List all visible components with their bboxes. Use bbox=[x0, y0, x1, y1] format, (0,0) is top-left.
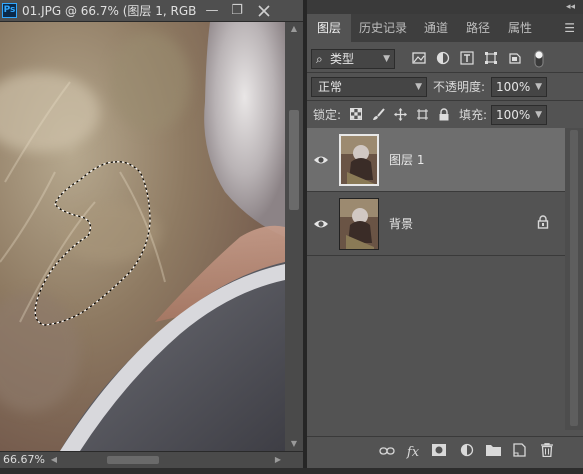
fill-field[interactable]: 100% ▼ bbox=[491, 105, 547, 125]
layer-row-layer-1[interactable]: 图层 1 bbox=[307, 128, 565, 192]
layer-thumbnail[interactable] bbox=[339, 134, 379, 186]
filter-pixel-icon[interactable] bbox=[411, 51, 427, 67]
zoom-level[interactable]: 66.67% bbox=[3, 453, 45, 467]
eye-icon[interactable] bbox=[313, 150, 329, 170]
document-statusbar: 66.67% ◀ ▶ bbox=[0, 451, 303, 468]
panel-tabs: 图层 历史记录 通道 路径 属性 ☰ bbox=[307, 14, 583, 42]
layer-row-background[interactable]: 背景 bbox=[307, 192, 565, 256]
scroll-up-icon[interactable]: ▲ bbox=[285, 22, 303, 36]
chevron-down-icon[interactable]: ▼ bbox=[535, 78, 542, 96]
lock-transparent-icon[interactable] bbox=[349, 108, 363, 122]
filter-smart-object-icon[interactable] bbox=[507, 51, 523, 67]
filter-toggle-icon[interactable] bbox=[533, 50, 545, 68]
link-icon[interactable] bbox=[377, 443, 397, 463]
document-window: Ps 01.JPG @ 66.7% (图层 1, RGB... — ❐ ▲ ▼ … bbox=[0, 0, 303, 468]
chevron-down-icon[interactable]: ▼ bbox=[535, 106, 542, 124]
ps-app-icon: Ps bbox=[2, 3, 17, 18]
trash-icon[interactable] bbox=[537, 443, 557, 463]
horizontal-scrollbar[interactable]: ◀ ▶ bbox=[47, 453, 285, 467]
minimize-icon[interactable]: — bbox=[200, 2, 224, 20]
document-titlebar[interactable]: Ps 01.JPG @ 66.7% (图层 1, RGB... — ❐ bbox=[0, 0, 303, 22]
filter-type-icon[interactable] bbox=[459, 51, 475, 67]
lock-row: 锁定: 填充: 100% ▼ bbox=[307, 104, 583, 126]
filter-shape-icon[interactable] bbox=[483, 51, 499, 67]
filter-row: ⌕ 类型 ▼ bbox=[307, 48, 583, 70]
panel-top-strip: ◂◂ bbox=[307, 0, 583, 14]
tab-properties[interactable]: 属性 bbox=[499, 14, 541, 42]
lock-pixels-brush-icon[interactable] bbox=[371, 108, 385, 122]
filter-kind-dropdown[interactable]: ⌕ 类型 ▼ bbox=[311, 49, 395, 69]
adjustment-icon[interactable] bbox=[457, 443, 477, 463]
folder-icon[interactable] bbox=[483, 443, 503, 463]
lock-position-move-icon[interactable] bbox=[393, 108, 407, 122]
scroll-right-icon[interactable]: ▶ bbox=[271, 453, 285, 467]
filter-kind-label: 类型 bbox=[330, 52, 355, 66]
tab-layers[interactable]: 图层 bbox=[307, 14, 351, 42]
layer-name[interactable]: 背景 bbox=[389, 214, 413, 234]
tab-channels[interactable]: 通道 bbox=[415, 14, 457, 42]
opacity-label: 不透明度: bbox=[433, 80, 486, 94]
fill-value: 100% bbox=[496, 108, 531, 122]
close-icon[interactable] bbox=[252, 2, 276, 20]
layers-bottom-bar: fx bbox=[307, 436, 583, 468]
chevron-down-icon: ▼ bbox=[383, 54, 390, 64]
search-icon: ⌕ bbox=[316, 52, 323, 66]
blend-mode-dropdown[interactable]: 正常 ▼ bbox=[311, 77, 427, 97]
lock-artboard-icon[interactable] bbox=[415, 108, 429, 122]
opacity-value: 100% bbox=[496, 80, 531, 94]
lock-label: 锁定: bbox=[313, 108, 342, 122]
divider-line bbox=[307, 100, 583, 101]
fx-icon[interactable]: fx bbox=[403, 443, 423, 463]
horizontal-scroll-thumb[interactable] bbox=[107, 456, 159, 464]
vertical-scrollbar[interactable]: ▲ ▼ bbox=[285, 22, 303, 451]
mask-icon[interactable] bbox=[429, 443, 449, 463]
layers-panel: ◂◂ 图层 历史记录 通道 路径 属性 ☰ ⌕ 类型 ▼ 正常 ▼ 不透明度: … bbox=[307, 0, 583, 468]
filter-adjustment-icon[interactable] bbox=[435, 51, 451, 67]
lock-all-icon[interactable] bbox=[437, 108, 451, 122]
lock-icon[interactable] bbox=[537, 215, 551, 231]
new-layer-icon[interactable] bbox=[509, 443, 529, 463]
divider-line bbox=[307, 72, 583, 73]
collapse-icon[interactable]: ◂◂ bbox=[566, 1, 575, 13]
layer-thumbnail[interactable] bbox=[339, 198, 379, 250]
scroll-left-icon[interactable]: ◀ bbox=[47, 453, 61, 467]
restore-icon[interactable]: ❐ bbox=[225, 2, 249, 20]
document-title: 01.JPG @ 66.7% (图层 1, RGB... bbox=[22, 4, 197, 18]
opacity-field[interactable]: 100% ▼ bbox=[491, 77, 547, 97]
workspace-bottom-edge bbox=[0, 468, 583, 474]
blend-row: 正常 ▼ 不透明度: 100% ▼ bbox=[307, 76, 583, 98]
scroll-down-icon[interactable]: ▼ bbox=[285, 437, 303, 451]
image-canvas[interactable] bbox=[0, 22, 285, 451]
tab-history[interactable]: 历史记录 bbox=[351, 14, 415, 42]
panel-menu-icon[interactable]: ☰ bbox=[564, 14, 575, 42]
blend-mode-value: 正常 bbox=[318, 80, 343, 94]
fill-label: 填充: bbox=[459, 108, 488, 122]
layer-name[interactable]: 图层 1 bbox=[389, 150, 424, 170]
vertical-scroll-thumb[interactable] bbox=[289, 110, 299, 210]
eye-icon[interactable] bbox=[313, 214, 329, 234]
layers-scrollbar[interactable] bbox=[565, 128, 583, 430]
tab-paths[interactable]: 路径 bbox=[457, 14, 499, 42]
chevron-down-icon: ▼ bbox=[415, 82, 422, 92]
layers-scroll-thumb[interactable] bbox=[570, 130, 578, 426]
